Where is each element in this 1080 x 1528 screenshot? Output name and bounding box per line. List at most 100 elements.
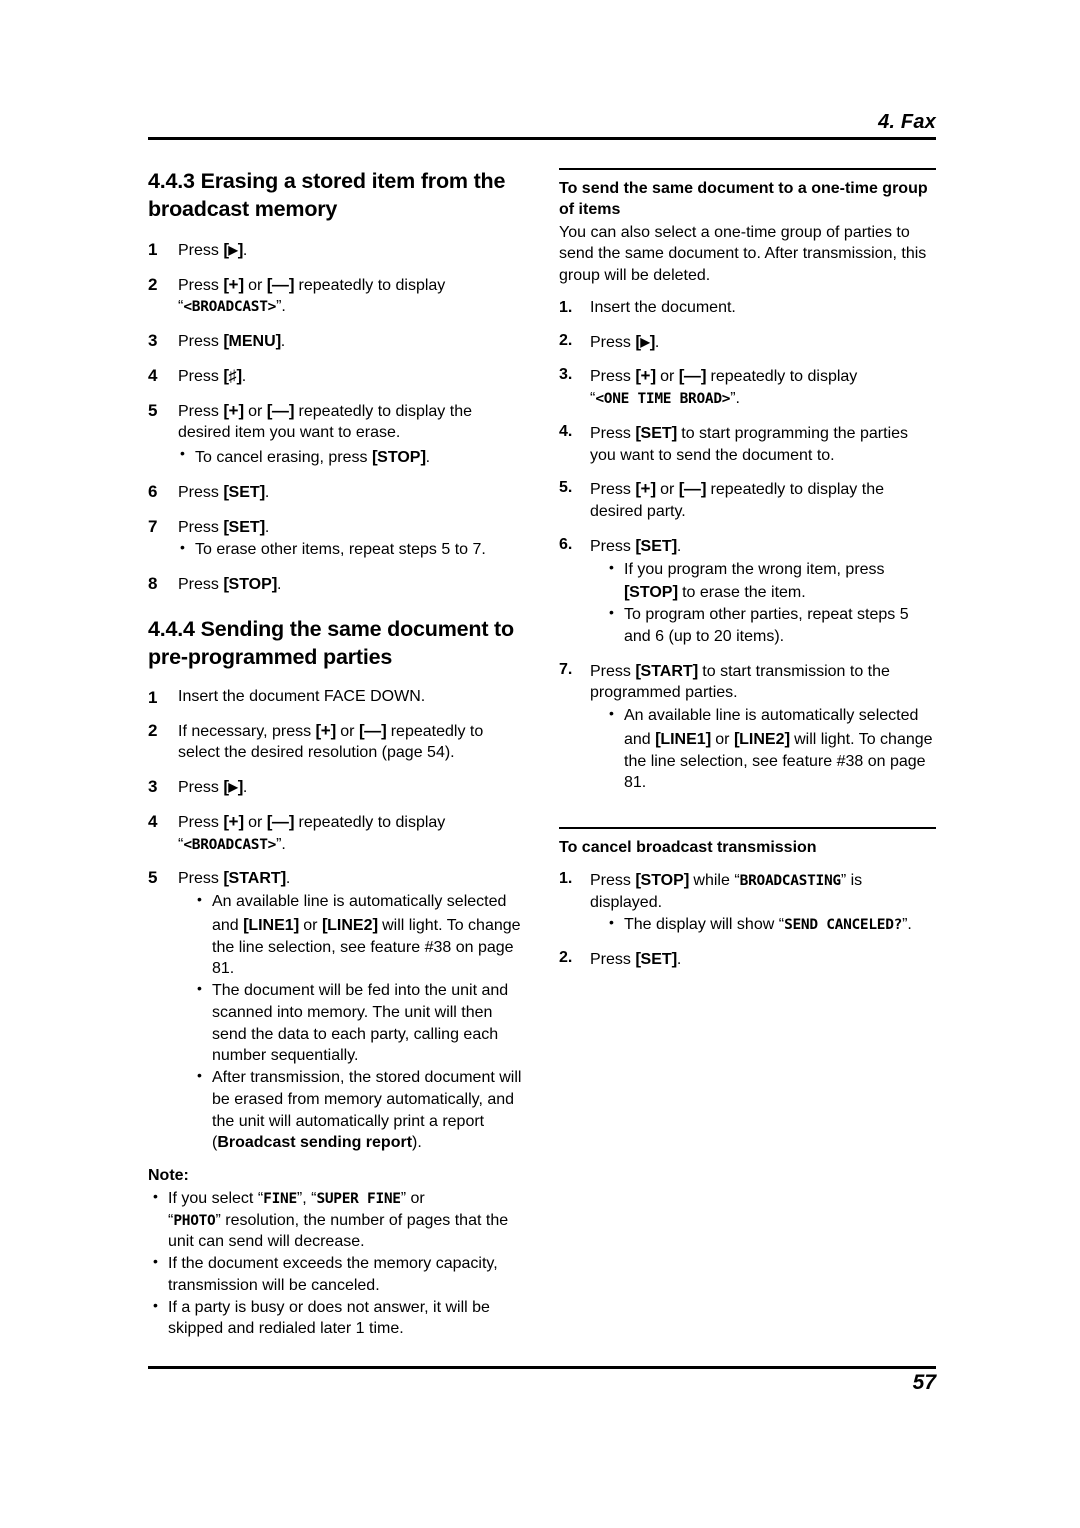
minus-icon: —: [271, 400, 289, 420]
step-item: 7 Press [SET]. To erase other items, rep…: [148, 515, 525, 562]
plus-icon: +: [228, 400, 239, 420]
right-arrow-icon: ▶: [228, 242, 238, 257]
step-item: 8 Press [STOP].: [148, 572, 525, 596]
menu-key-label: MENU: [228, 333, 276, 351]
step-bullets: To cancel erasing, press [STOP].: [178, 444, 525, 469]
set-key-label: SET: [640, 537, 672, 555]
steps-list-443: 1 Press [▶]. 2 Press [+] or [—] repeated…: [148, 238, 525, 596]
set-key-label: SET: [228, 518, 260, 536]
bullet-item: If you program the wrong item, press [ST…: [607, 558, 936, 605]
step-item: 3 Press [▶].: [148, 775, 525, 799]
minus-icon: —: [683, 366, 701, 386]
bullet-item: To cancel erasing, press [STOP].: [178, 444, 525, 469]
page-number: 57: [912, 1371, 936, 1394]
plus-icon: +: [228, 274, 239, 294]
step-item: 4. Press [SET] to start programming the …: [559, 421, 936, 467]
line1-key-label: LINE1: [660, 730, 706, 748]
step-text: Insert the document.: [590, 298, 736, 316]
step-text: Press [+] or [—] repeatedly to display “<…: [178, 274, 446, 316]
bullet-item: After transmission, the stored document …: [195, 1066, 525, 1154]
step-item: 4 Press [♯].: [148, 364, 525, 388]
step-number: 6: [148, 481, 158, 501]
step-number: 4: [148, 365, 158, 385]
stop-key-label: STOP: [228, 576, 272, 594]
plus-icon: +: [640, 479, 651, 499]
right-column: To send the same document to a one-time …: [559, 168, 936, 1340]
set-key-label: SET: [228, 483, 260, 501]
step-item: 1 Press [▶].: [148, 238, 525, 262]
step-item: 7. Press [START] to start transmission t…: [559, 659, 936, 795]
step-number: 3.: [559, 366, 573, 384]
step-text: Press [START].: [178, 868, 291, 888]
note-bullets: If you select “FINE”, “SUPER FINE” or “P…: [151, 1187, 525, 1341]
set-key-label: SET: [640, 951, 672, 969]
step-number: 1: [148, 239, 158, 259]
page-footer: 57: [148, 1366, 936, 1393]
note-label: Note:: [148, 1167, 189, 1184]
bullet-item: An available line is automatically selec…: [195, 890, 525, 980]
step-text: Press [▶].: [178, 239, 248, 259]
step-text: Press [SET].: [178, 516, 270, 536]
start-key-label: START: [640, 662, 693, 680]
section-heading-444: 4.4.4 Sending the same document to pre-p…: [148, 616, 514, 669]
step-number: 2.: [559, 331, 573, 349]
step-number: 8: [148, 574, 158, 594]
step-bullets: To erase other items, repeat steps 5 to …: [178, 538, 525, 561]
step-item: 1 Insert the document FACE DOWN.: [148, 686, 525, 708]
bullet-item: If the document exceeds the memory capac…: [151, 1252, 525, 1297]
step-text: Press [▶].: [590, 331, 660, 351]
step-text: Press [♯].: [178, 365, 247, 385]
step-number: 2.: [559, 949, 573, 967]
step-text: Insert the document FACE DOWN.: [178, 687, 426, 705]
step-item: 5 Press [START]. An available line is au…: [148, 866, 525, 1154]
intro-paragraph: You can also select a one-time group of …: [559, 223, 927, 285]
step-number: 5: [148, 400, 158, 420]
lcd-text: FINE: [263, 1190, 297, 1207]
step-text: Press [SET].: [178, 481, 270, 501]
document-page: 4. Fax 4.4.3 Erasing a stored item from …: [148, 0, 936, 1528]
right-arrow-icon: ▶: [640, 334, 650, 349]
section-divider: [559, 168, 936, 170]
step-number: 2: [148, 274, 158, 294]
stop-key-label: STOP: [640, 871, 684, 889]
set-key-label: SET: [640, 424, 672, 442]
step-item: 5. Press [+] or [—] repeatedly to displa…: [559, 477, 936, 523]
bullet-item: The display will show “SEND CANCELED?”.: [607, 913, 936, 936]
plus-icon: +: [228, 811, 239, 831]
step-number: 3: [148, 331, 158, 351]
lcd-text: SEND CANCELED?: [784, 917, 903, 934]
step-text: Press [SET] to start programming the par…: [590, 422, 909, 464]
minus-icon: —: [271, 274, 289, 294]
bullet-item: If a party is busy or does not answer, i…: [151, 1296, 525, 1341]
line2-key-label: LINE2: [739, 730, 785, 748]
section-divider: [559, 827, 936, 830]
step-item: 2. Press [▶].: [559, 330, 936, 354]
step-item: 4 Press [+] or [—] repeatedly to display…: [148, 810, 525, 856]
start-key-label: START: [228, 870, 281, 888]
stop-key-label: STOP: [377, 449, 421, 467]
header-divider: [148, 137, 936, 140]
subsection-heading-one-time-group: To send the same document to a one-time …: [559, 180, 928, 218]
step-number: 4: [148, 811, 158, 831]
step5-bullets: An available line is automatically selec…: [195, 890, 525, 1154]
lcd-text: <BROADCAST>: [183, 299, 277, 316]
step-text: Press [+] or [—] repeatedly to display t…: [590, 479, 884, 521]
step-number: 7.: [559, 660, 573, 678]
lcd-text: PHOTO: [173, 1212, 216, 1229]
lcd-text: SUPER FINE: [316, 1190, 401, 1207]
step-text: Press [+] or [—] repeatedly to display “<…: [590, 366, 858, 408]
plus-icon: +: [320, 720, 331, 740]
lcd-text: <BROADCAST>: [183, 836, 277, 853]
minus-icon: —: [683, 479, 701, 499]
steps-list-444: 1 Insert the document FACE DOWN. 2 If ne…: [148, 686, 525, 1154]
step-text: Press [▶].: [178, 777, 248, 796]
bullet-item: If you select “FINE”, “SUPER FINE” or “P…: [151, 1187, 525, 1253]
report-name: Broadcast sending report: [217, 1134, 413, 1152]
bullet-item: To program other parties, repeat steps 5…: [607, 603, 936, 648]
step-number: 1.: [559, 869, 573, 887]
step-number: 5.: [559, 479, 573, 497]
section-heading-443: 4.4.3 Erasing a stored item from the bro…: [148, 169, 506, 221]
lcd-text: <ONE TIME BROAD>: [595, 391, 731, 408]
sharp-icon: ♯: [228, 367, 237, 385]
